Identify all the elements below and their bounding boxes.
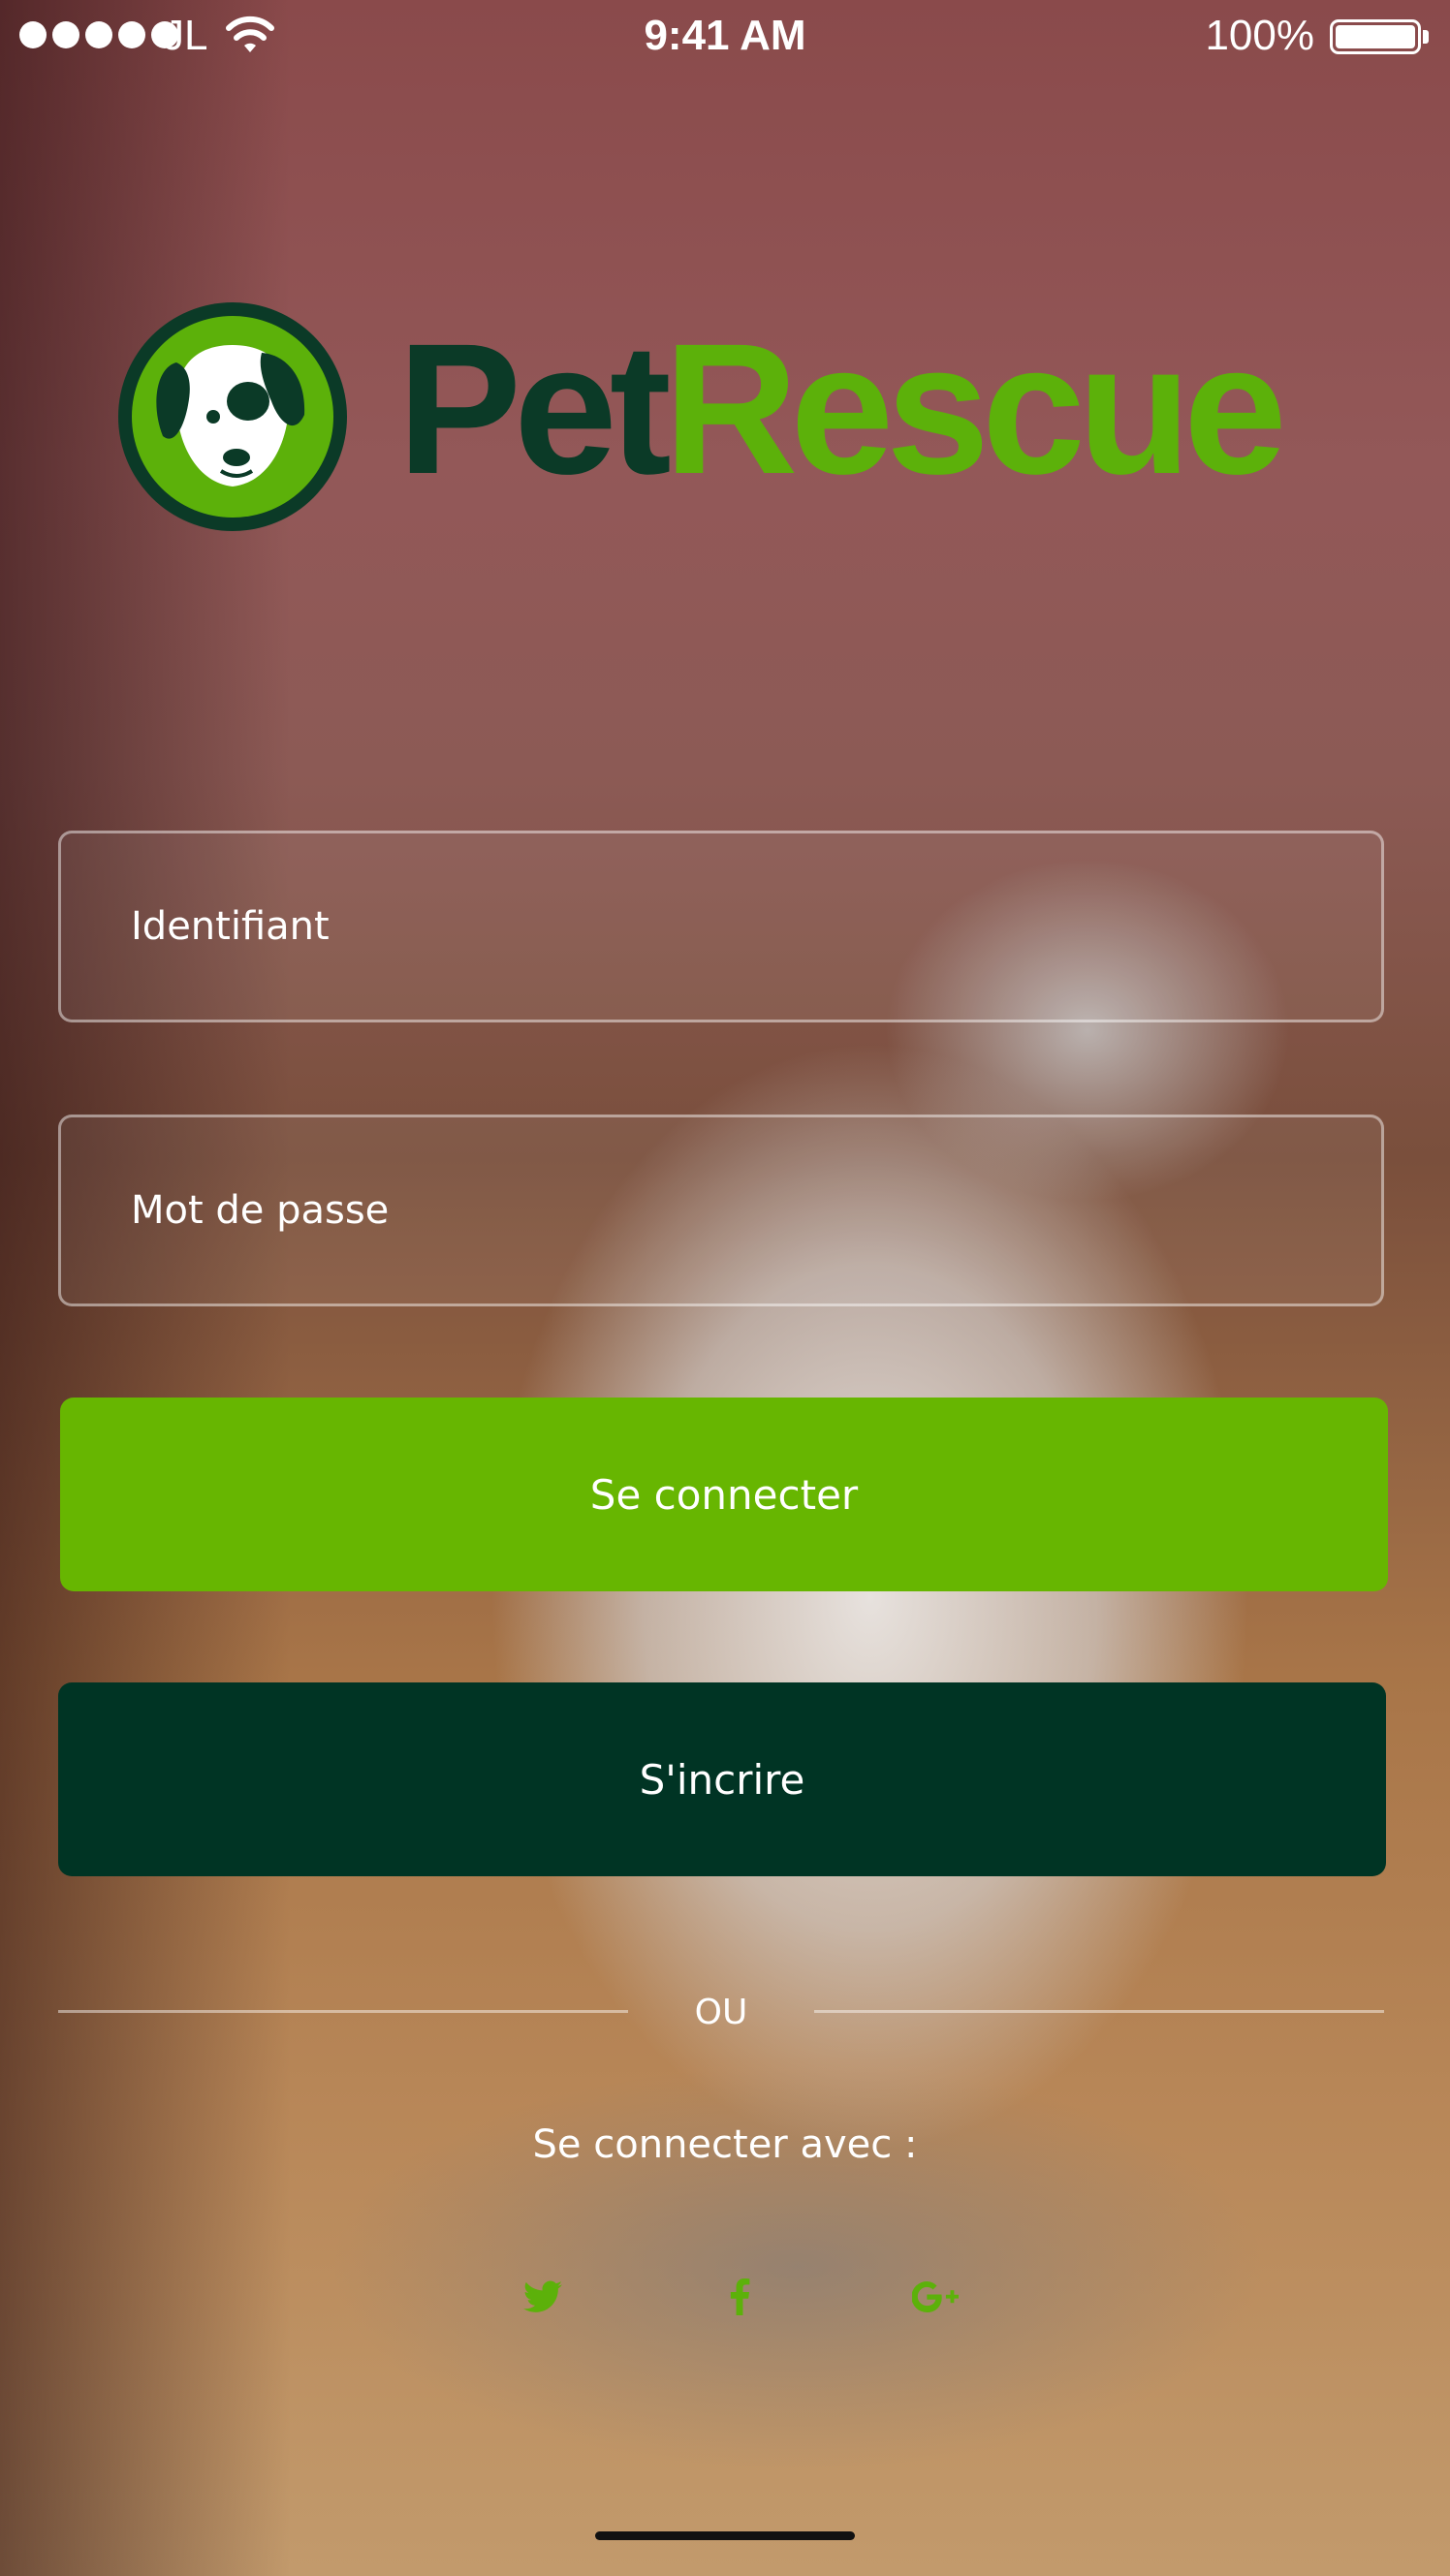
- google-plus-login-button[interactable]: [906, 2268, 964, 2326]
- battery-tip: [1423, 30, 1429, 44]
- brand-name-rescue: Rescue: [663, 304, 1287, 513]
- status-bar: JL 9:41 AM 100%: [0, 0, 1450, 74]
- facebook-icon: [730, 2278, 750, 2315]
- username-input[interactable]: [61, 833, 1381, 1020]
- battery-icon: [1330, 19, 1421, 54]
- brand-name-pet: Pet: [397, 304, 672, 513]
- google-plus-icon: [912, 2281, 959, 2312]
- social-login-icons: [0, 2268, 1450, 2326]
- divider-line-left: [58, 2010, 628, 2013]
- dog-face-icon: [118, 302, 347, 531]
- brand-logo: PetRescue: [116, 300, 1318, 533]
- divider-line-right: [814, 2010, 1384, 2013]
- battery-percent: 100%: [1205, 12, 1314, 59]
- login-button[interactable]: Se connecter: [60, 1398, 1388, 1591]
- signup-button[interactable]: S'incrire: [58, 1682, 1386, 1876]
- login-screen: JL 9:41 AM 100% PetRescue Identifiant Se…: [0, 0, 1450, 2576]
- facebook-login-button[interactable]: [710, 2268, 769, 2326]
- twitter-icon: [523, 2280, 562, 2312]
- social-login-label: Se connecter avec :: [532, 2122, 918, 2167]
- username-field[interactable]: [58, 831, 1384, 1022]
- divider-or-text: OU: [694, 1993, 748, 2032]
- password-input[interactable]: [61, 1117, 1381, 1304]
- home-indicator: [595, 2531, 855, 2540]
- password-field[interactable]: [58, 1115, 1384, 1306]
- brand-wordmark: PetRescue: [397, 312, 1287, 506]
- twitter-login-button[interactable]: [514, 2268, 572, 2326]
